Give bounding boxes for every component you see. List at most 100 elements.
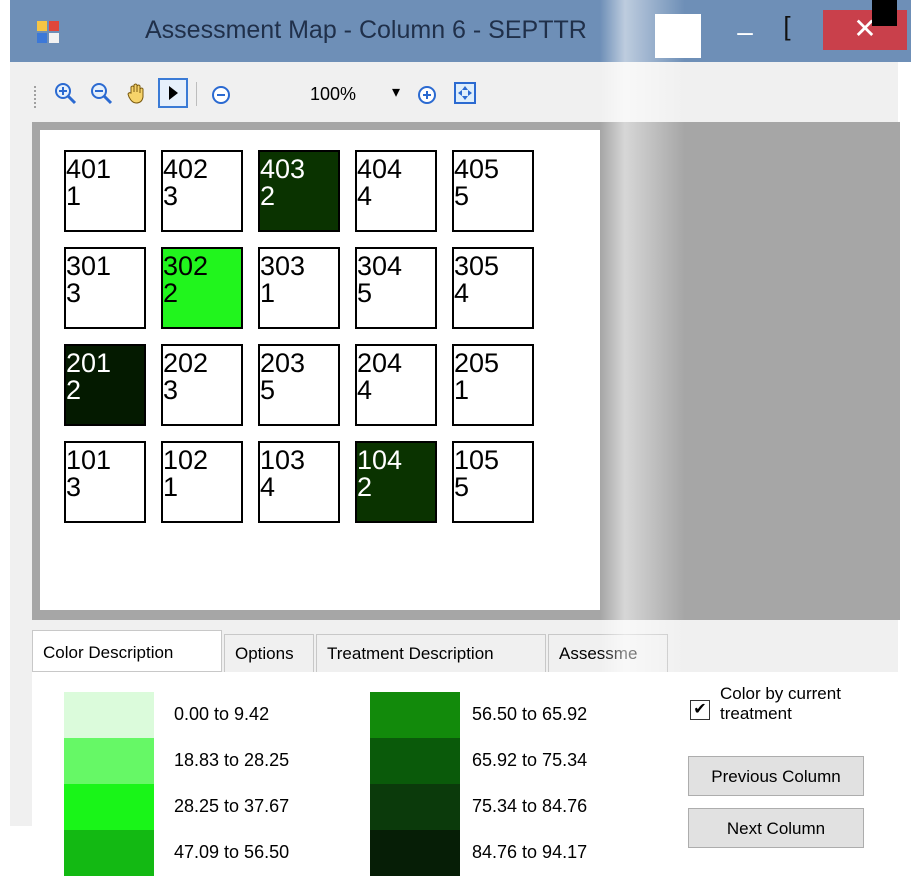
plot-treatment: 5 bbox=[454, 472, 470, 502]
plot-number: 304 bbox=[357, 251, 403, 281]
plot-number: 203 bbox=[260, 348, 306, 378]
legend-swatch bbox=[370, 738, 460, 784]
zoom-minus-icon[interactable] bbox=[208, 82, 234, 108]
legend-range-label: 18.83 to 28.25 bbox=[174, 750, 290, 770]
tab-options[interactable]: Options bbox=[224, 634, 314, 672]
assessment-map-window: Assessment Map - Column 6 - SEPTTR – [ ✕ bbox=[0, 0, 911, 876]
plot-cell[interactable]: 404 4 bbox=[355, 150, 437, 232]
plot-cell[interactable]: 403 2 bbox=[258, 150, 340, 232]
tab-strip: Color Description Options Treatment Desc… bbox=[32, 630, 900, 674]
plot-cell[interactable]: 102 1 bbox=[161, 441, 243, 523]
plot-cell[interactable]: 204 4 bbox=[355, 344, 437, 426]
plot-treatment: 5 bbox=[260, 375, 276, 405]
legend-swatch bbox=[64, 830, 154, 876]
plot-number: 305 bbox=[454, 251, 500, 281]
pan-hand-icon[interactable] bbox=[124, 80, 150, 106]
plot-number: 402 bbox=[163, 154, 209, 184]
plot-number: 303 bbox=[260, 251, 306, 281]
plot-number: 405 bbox=[454, 154, 500, 184]
color-by-treatment-label-line2: treatment bbox=[720, 704, 792, 723]
color-by-treatment-label[interactable]: Color by current treatment bbox=[720, 684, 841, 724]
tab-treatment-description[interactable]: Treatment Description bbox=[316, 634, 546, 672]
tab-color-description[interactable]: Color Description bbox=[32, 630, 222, 672]
plot-treatment: 5 bbox=[454, 181, 470, 211]
plot-cell[interactable]: 304 5 bbox=[355, 247, 437, 329]
previous-column-button[interactable]: Previous Column bbox=[688, 756, 864, 796]
legend-swatch bbox=[64, 784, 154, 830]
zoom-dropdown-arrow[interactable]: ▾ bbox=[392, 82, 400, 102]
plot-number: 101 bbox=[66, 445, 112, 475]
toolbar-grip[interactable] bbox=[34, 86, 39, 108]
color-by-treatment-label-line1: Color by current bbox=[720, 684, 841, 703]
legend-swatch bbox=[64, 692, 154, 738]
restore-button[interactable]: [ bbox=[772, 8, 802, 48]
plot-number: 205 bbox=[454, 348, 500, 378]
legend-range-label: 28.25 to 37.67 bbox=[174, 796, 290, 816]
tab-assessment[interactable]: Assessme bbox=[548, 634, 668, 672]
plot-cell[interactable]: 103 4 bbox=[258, 441, 340, 523]
app-icon bbox=[36, 20, 60, 44]
plot-treatment: 5 bbox=[357, 278, 373, 308]
color-by-treatment-checkbox[interactable]: ✔ bbox=[690, 700, 710, 720]
plot-number: 302 bbox=[163, 251, 209, 281]
plot-cell[interactable]: 301 3 bbox=[64, 247, 146, 329]
plot-cell[interactable]: 402 3 bbox=[161, 150, 243, 232]
plot-number: 403 bbox=[260, 154, 306, 184]
plot-cell[interactable]: 205 1 bbox=[452, 344, 534, 426]
plot-cell[interactable]: 302 2 bbox=[161, 247, 243, 329]
plot-number: 401 bbox=[66, 154, 112, 184]
zoom-plus-icon[interactable] bbox=[414, 82, 440, 108]
plot-cell[interactable]: 101 3 bbox=[64, 441, 146, 523]
minimize-button[interactable]: – bbox=[725, 14, 765, 54]
legend-range-label: 75.34 to 84.76 bbox=[472, 796, 588, 816]
legend-range-label: 84.76 to 94.17 bbox=[472, 842, 588, 862]
plot-cell[interactable]: 202 3 bbox=[161, 344, 243, 426]
plot-cell[interactable]: 201 2 bbox=[64, 344, 146, 426]
plot-treatment: 1 bbox=[163, 472, 179, 502]
plot-treatment: 3 bbox=[66, 278, 82, 308]
plot-cell[interactable]: 104 2 bbox=[355, 441, 437, 523]
toolbar: 100% ▾ bbox=[10, 70, 898, 116]
plot-treatment: 3 bbox=[163, 181, 179, 211]
plot-cell[interactable]: 305 4 bbox=[452, 247, 534, 329]
plot-treatment: 2 bbox=[260, 181, 276, 211]
zoom-out-icon[interactable] bbox=[88, 80, 114, 106]
plot-cell[interactable]: 105 5 bbox=[452, 441, 534, 523]
pointer-arrow-icon[interactable] bbox=[158, 78, 188, 108]
plot-cell[interactable]: 405 5 bbox=[452, 150, 534, 232]
title-bar[interactable]: Assessment Map - Column 6 - SEPTTR – [ ✕ bbox=[10, 0, 911, 62]
plot-cell[interactable]: 303 1 bbox=[258, 247, 340, 329]
plot-treatment: 4 bbox=[260, 472, 276, 502]
legend-range-label: 65.92 to 75.34 bbox=[472, 750, 588, 770]
plot-treatment: 3 bbox=[66, 472, 82, 502]
next-column-button[interactable]: Next Column bbox=[688, 808, 864, 848]
plot-number: 105 bbox=[454, 445, 500, 475]
map-viewport[interactable]: 401 1 402 3 403 2 404 4 405 5 301 3 302 2 303 1 304 5 305 4… bbox=[32, 122, 900, 620]
toolbar-separator bbox=[196, 82, 197, 106]
plot-number: 204 bbox=[357, 348, 403, 378]
plot-treatment: 2 bbox=[66, 375, 82, 405]
top-edge-bar bbox=[872, 0, 897, 26]
plot-treatment: 2 bbox=[163, 278, 179, 308]
zoom-in-icon[interactable] bbox=[52, 80, 78, 106]
plot-cell[interactable]: 401 1 bbox=[64, 150, 146, 232]
plot-cell[interactable]: 203 5 bbox=[258, 344, 340, 426]
plot-treatment: 4 bbox=[357, 375, 373, 405]
plot-number: 103 bbox=[260, 445, 306, 475]
plot-treatment: 1 bbox=[454, 375, 470, 405]
legend-swatch bbox=[64, 738, 154, 784]
plot-number: 202 bbox=[163, 348, 209, 378]
legend-swatch bbox=[370, 830, 460, 876]
window-title: Assessment Map - Column 6 - SEPTTR bbox=[145, 16, 587, 44]
plot-number: 301 bbox=[66, 251, 112, 281]
plot-treatment: 2 bbox=[357, 472, 373, 502]
plot-number: 404 bbox=[357, 154, 403, 184]
legend-range-label: 0.00 to 9.42 bbox=[174, 704, 270, 724]
legend-range-label: 56.50 to 65.92 bbox=[472, 704, 588, 724]
title-overlay bbox=[655, 14, 701, 58]
plot-number: 201 bbox=[66, 348, 112, 378]
plot-treatment: 1 bbox=[260, 278, 276, 308]
zoom-level-value[interactable]: 100% bbox=[310, 84, 356, 105]
fit-to-window-icon[interactable] bbox=[452, 80, 478, 106]
plot-treatment: 4 bbox=[454, 278, 470, 308]
